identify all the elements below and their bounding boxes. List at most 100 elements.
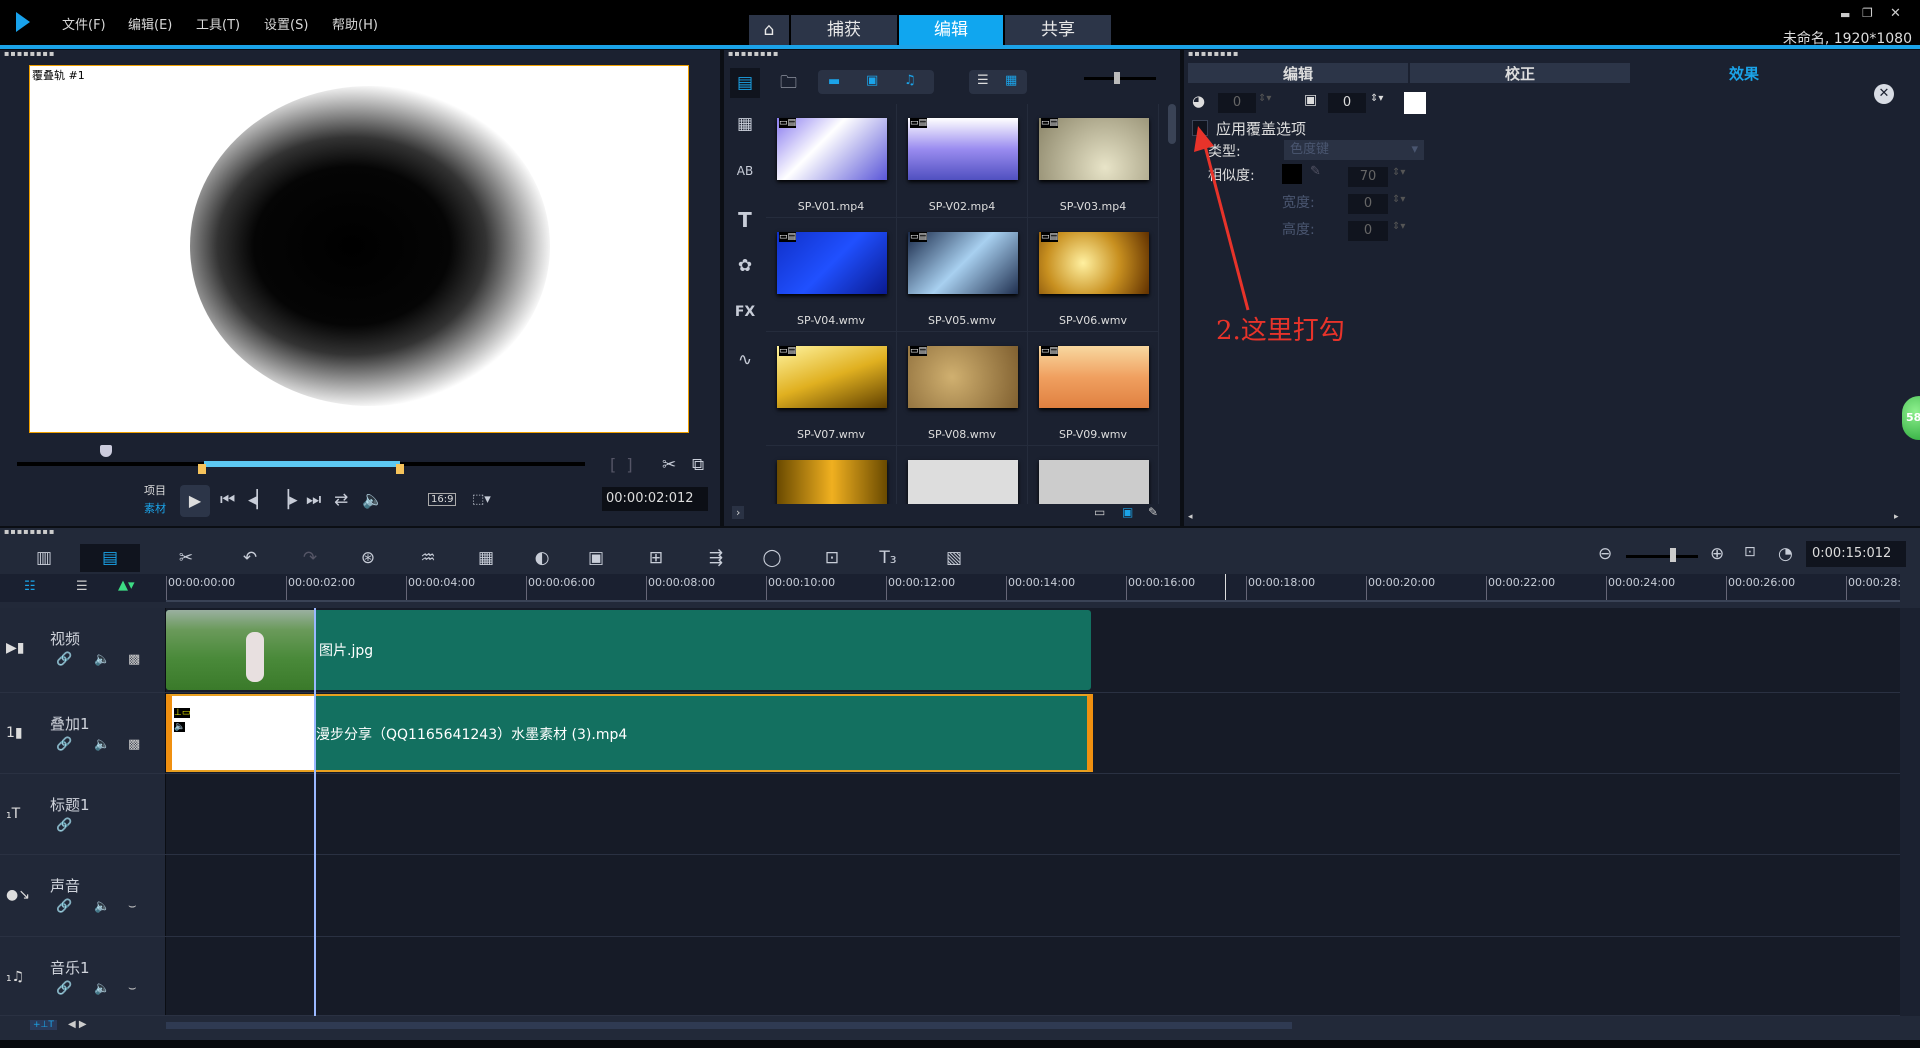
track-header[interactable]: ₁T 标题1 🔗 xyxy=(0,774,166,854)
go-start-icon[interactable]: ⏮ xyxy=(220,490,235,510)
pan-zoom-icon[interactable]: ⊡ xyxy=(818,544,846,572)
duration-clock-icon[interactable]: ◔ xyxy=(1778,544,1793,564)
menu-tools[interactable]: 工具(T) xyxy=(196,14,240,33)
menu-settings[interactable]: 设置(S) xyxy=(264,14,308,33)
mute-icon[interactable]: 🔈 xyxy=(94,652,110,667)
track-header[interactable]: ₁♫ 音乐1 🔗 🔈 ⌣ xyxy=(0,937,166,1015)
redo-icon[interactable]: ↷ xyxy=(296,544,324,572)
edit-icon[interactable]: ✎ xyxy=(1148,505,1158,519)
library-item[interactable]: ▭▤ SP-V08.wmv xyxy=(897,332,1028,446)
tools-icon[interactable]: ✂ xyxy=(172,544,200,572)
eyedropper-icon[interactable]: ✎ xyxy=(1310,164,1321,179)
library-item[interactable] xyxy=(1028,446,1159,504)
mute-icon[interactable]: 🔈 xyxy=(94,899,110,914)
restore-button[interactable]: ❐ xyxy=(1862,6,1873,20)
scissors-icon[interactable]: ✂ xyxy=(662,455,676,475)
show-video-icon[interactable]: ▬ xyxy=(828,74,840,89)
track-manager-icon[interactable]: ☷ xyxy=(24,579,36,594)
track-header[interactable]: ▶▮ 视频 🔗 🔈 ▩ xyxy=(0,608,166,692)
width-stepper[interactable]: ⇕▾ xyxy=(1392,194,1405,205)
zoom-in-icon[interactable]: ⊕ xyxy=(1710,544,1724,564)
split-screen-icon[interactable]: ▧ xyxy=(940,544,968,572)
undo-icon[interactable]: ↶ xyxy=(236,544,264,572)
link-icon[interactable]: 🔗 xyxy=(56,818,72,833)
add-track-icon[interactable]: +⊥T xyxy=(30,1020,57,1030)
library-item[interactable]: ▭▤ SP-V09.wmv xyxy=(1028,332,1159,446)
menu-help[interactable]: 帮助(H) xyxy=(332,14,378,33)
tab-edit[interactable]: 编辑 xyxy=(899,15,1003,45)
storyboard-icon[interactable]: ▣ xyxy=(1122,505,1133,519)
library-scrollbar[interactable] xyxy=(1168,104,1176,144)
copy-icon[interactable]: ⧉ xyxy=(692,455,704,475)
trim-end-handle[interactable] xyxy=(396,464,404,474)
timeline-zoom-slider[interactable] xyxy=(1626,555,1698,558)
expand-arrow-icon[interactable]: › xyxy=(732,506,745,519)
tab-options-effect[interactable]: 效果 xyxy=(1634,63,1854,83)
library-item[interactable]: ▭▤ SP-V03.mp4 xyxy=(1028,104,1159,218)
auto-music-icon[interactable]: ▦ xyxy=(472,544,500,572)
track-header[interactable]: ●↘ 声音 🔗 🔈 ⌣ xyxy=(0,855,166,936)
show-photo-icon[interactable]: ▣ xyxy=(866,73,878,88)
3d-title-icon[interactable]: T₃ xyxy=(874,544,902,572)
opacity-input[interactable]: 0 xyxy=(1218,93,1256,113)
height-input[interactable]: 0 xyxy=(1348,221,1388,241)
trim-start-handle[interactable] xyxy=(198,464,206,474)
thumb-size-handle[interactable] xyxy=(1114,72,1120,84)
timecode-display[interactable]: 00:00:02:012 xyxy=(602,487,708,511)
link-icon[interactable]: 🔗 xyxy=(56,652,72,667)
library-item[interactable] xyxy=(897,446,1028,504)
aspect-ratio-button[interactable]: 16:9 xyxy=(428,493,457,506)
volume-icon[interactable]: 🔈 xyxy=(362,490,383,510)
library-item[interactable]: ▭▤ SP-V06.wmv xyxy=(1028,218,1159,332)
link-icon[interactable]: 🔗 xyxy=(56,899,72,914)
playhead[interactable] xyxy=(314,608,316,1016)
scroll-left-icon[interactable]: ◀ ▶ xyxy=(68,1019,87,1030)
tab-options-correction[interactable]: 校正 xyxy=(1410,63,1630,83)
similarity-input[interactable]: 70 xyxy=(1348,167,1388,187)
filter-icon[interactable]: FX xyxy=(730,304,760,320)
track-header[interactable]: 1▮ 叠加1 🔗 🔈 ▩ xyxy=(0,693,166,773)
mute-icon[interactable]: 🔈 xyxy=(94,981,110,996)
tab-capture[interactable]: 捕获 xyxy=(791,15,897,45)
media-icon[interactable]: ▤ xyxy=(730,68,760,98)
ripple-icon[interactable]: ⌣ xyxy=(128,899,137,914)
height-stepper[interactable]: ⇕▾ xyxy=(1392,221,1405,232)
ripple-icon[interactable]: ⌣ xyxy=(128,981,137,996)
add-folder-icon[interactable]: 🗀 xyxy=(780,70,797,99)
play-button[interactable]: ▶ xyxy=(180,485,210,517)
video-clip[interactable]: 图片.jpg xyxy=(166,610,1091,690)
scrubber-handle[interactable] xyxy=(100,445,112,457)
repeat-icon[interactable]: ⇄ xyxy=(334,490,348,510)
close-options-button[interactable]: ✕ xyxy=(1874,84,1894,104)
link-icon[interactable]: 🔗 xyxy=(56,981,72,996)
motion-tracking-icon[interactable]: ◐ xyxy=(528,544,556,572)
storyboard-view-icon[interactable]: ▥ xyxy=(30,544,58,572)
home-button[interactable]: ⌂ xyxy=(749,15,789,45)
title-icon[interactable]: T xyxy=(730,208,760,232)
vertical-scrollbar[interactable] xyxy=(1900,608,1920,1016)
library-item[interactable]: ▭▤ SP-V02.mp4 xyxy=(897,104,1028,218)
library-item[interactable]: ▭▤ SP-V05.wmv xyxy=(897,218,1028,332)
timeline-view-icon[interactable]: ▤ xyxy=(80,544,140,572)
overlay-clip[interactable]: ⊥▭ 🔈 漫步分享（QQ1165641243）水墨素材 (3).mp4 xyxy=(166,694,1093,772)
prev-frame-icon[interactable]: ◂▏ xyxy=(248,490,270,510)
next-frame-icon[interactable]: ▕▸ xyxy=(276,490,298,510)
mode-project[interactable]: 项目 xyxy=(144,482,166,498)
thumb-size-slider[interactable] xyxy=(1084,77,1156,80)
ripple-edit-icon[interactable]: ▲▾ xyxy=(118,578,135,593)
mark-in-icon[interactable]: [ ] xyxy=(610,455,633,474)
menu-edit[interactable]: 编辑(E) xyxy=(128,14,172,33)
zoom-select-icon[interactable]: ⬚▾ xyxy=(472,492,491,507)
transparency-icon[interactable]: ▩ xyxy=(128,652,140,667)
timeline-ruler[interactable]: 00:00:00:00 00:00:02:00 00:00:04:00 00:00:0… xyxy=(166,574,1900,602)
scroll-right-icon[interactable]: ▸ xyxy=(1894,512,1899,522)
subtitle-editor-icon[interactable]: ▣ xyxy=(582,544,610,572)
list-view-icon[interactable]: ☰ xyxy=(977,73,989,88)
time-remapping-icon[interactable]: ⇶ xyxy=(702,544,730,572)
zoom-out-icon[interactable]: ⊖ xyxy=(1598,544,1612,564)
transparency-icon[interactable]: ▩ xyxy=(128,737,140,752)
library-options-icon[interactable]: ▭ xyxy=(1094,505,1105,519)
border-stepper[interactable]: ⇕▾ xyxy=(1370,93,1383,104)
panel-grip[interactable]: ▪▪▪▪▪▪▪▪ xyxy=(1184,50,1920,60)
tab-share[interactable]: 共享 xyxy=(1005,15,1111,45)
